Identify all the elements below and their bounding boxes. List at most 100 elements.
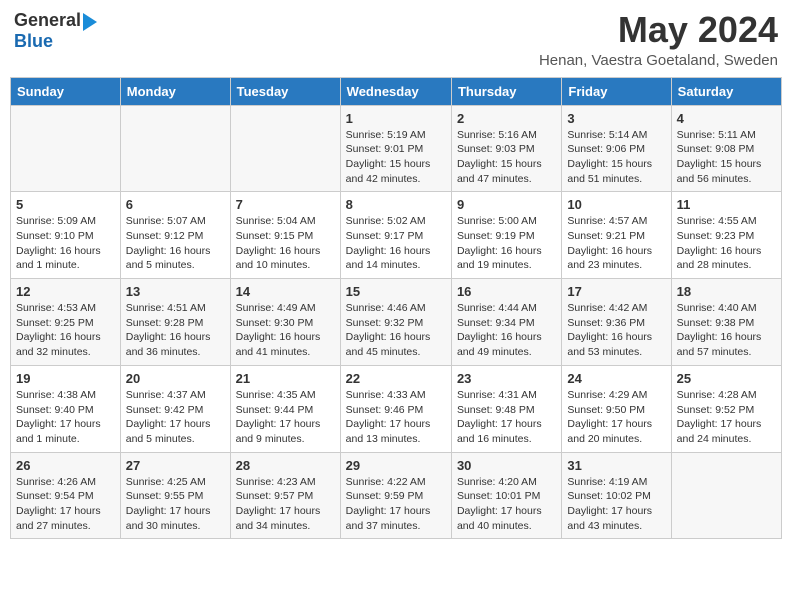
day-info: Sunrise: 4:31 AMSunset: 9:48 PMDaylight:… (457, 388, 556, 447)
calendar-cell: 25 Sunrise: 4:28 AMSunset: 9:52 PMDayligh… (671, 365, 781, 452)
logo: General Blue (14, 10, 97, 52)
day-info: Sunrise: 5:09 AMSunset: 9:10 PMDaylight:… (16, 214, 115, 273)
day-of-week-header: Sunday (11, 77, 121, 105)
calendar-cell: 11Sunrise: 4:55 AMSunset: 9:23 PMDayligh… (671, 192, 781, 279)
logo-general-text: General (14, 10, 81, 31)
day-number: 31 (567, 458, 665, 473)
calendar-cell: 23 Sunrise: 4:31 AMSunset: 9:48 PMDayligh… (451, 365, 561, 452)
day-number: 29 (346, 458, 446, 473)
calendar-cell: 17 Sunrise: 4:42 AMSunset: 9:36 PMDayligh… (562, 279, 671, 366)
calendar-cell: 24Sunrise: 4:29 AMSunset: 9:50 PMDayligh… (562, 365, 671, 452)
calendar-cell: 5 Sunrise: 5:09 AMSunset: 9:10 PMDaylight… (11, 192, 121, 279)
day-of-week-header: Friday (562, 77, 671, 105)
day-info: Sunrise: 5:19 AMSunset: 9:01 PMDaylight:… (346, 128, 446, 187)
calendar-cell: 20 Sunrise: 4:37 AMSunset: 9:42 PMDayligh… (120, 365, 230, 452)
calendar-cell: 3 Sunrise: 5:14 AMSunset: 9:06 PMDaylight… (562, 105, 671, 192)
day-number: 20 (126, 371, 225, 386)
day-number: 12 (16, 284, 115, 299)
day-number: 28 (236, 458, 335, 473)
day-info: Sunrise: 4:53 AMSunset: 9:25 PMDaylight:… (16, 301, 115, 360)
calendar-cell: 31 Sunrise: 4:19 AMSunset: 10:02 PMDaylig… (562, 452, 671, 539)
day-number: 9 (457, 197, 556, 212)
day-info: Sunrise: 5:04 AMSunset: 9:15 PMDaylight:… (236, 214, 335, 273)
calendar-week-row: 5 Sunrise: 5:09 AMSunset: 9:10 PMDaylight… (11, 192, 782, 279)
logo-arrow-icon (83, 13, 97, 31)
day-number: 27 (126, 458, 225, 473)
day-info: Sunrise: 4:20 AMSunset: 10:01 PMDaylight… (457, 475, 556, 534)
day-info: Sunrise: 4:19 AMSunset: 10:02 PMDaylight… (567, 475, 665, 534)
day-info: Sunrise: 5:02 AMSunset: 9:17 PMDaylight:… (346, 214, 446, 273)
day-number: 10 (567, 197, 665, 212)
day-of-week-header: Wednesday (340, 77, 451, 105)
day-number: 18 (677, 284, 776, 299)
calendar-week-row: 26 Sunrise: 4:26 AMSunset: 9:54 PMDayligh… (11, 452, 782, 539)
day-info: Sunrise: 4:51 AMSunset: 9:28 PMDaylight:… (126, 301, 225, 360)
calendar-cell: 15 Sunrise: 4:46 AMSunset: 9:32 PMDayligh… (340, 279, 451, 366)
day-number: 6 (126, 197, 225, 212)
day-info: Sunrise: 4:33 AMSunset: 9:46 PMDaylight:… (346, 388, 446, 447)
day-number: 26 (16, 458, 115, 473)
calendar-week-row: 19Sunrise: 4:38 AMSunset: 9:40 PMDayligh… (11, 365, 782, 452)
calendar-cell: 28 Sunrise: 4:23 AMSunset: 9:57 PMDayligh… (230, 452, 340, 539)
day-number: 3 (567, 111, 665, 126)
calendar-cell: 8 Sunrise: 5:02 AMSunset: 9:17 PMDaylight… (340, 192, 451, 279)
calendar-cell: 29Sunrise: 4:22 AMSunset: 9:59 PMDayligh… (340, 452, 451, 539)
day-info: Sunrise: 4:29 AMSunset: 9:50 PMDaylight:… (567, 388, 665, 447)
calendar-cell: 18Sunrise: 4:40 AMSunset: 9:38 PMDayligh… (671, 279, 781, 366)
day-number: 11 (677, 197, 776, 212)
day-info: Sunrise: 4:57 AMSunset: 9:21 PMDaylight:… (567, 214, 665, 273)
calendar-cell: 21Sunrise: 4:35 AMSunset: 9:44 PMDayligh… (230, 365, 340, 452)
calendar-cell: 19Sunrise: 4:38 AMSunset: 9:40 PMDayligh… (11, 365, 121, 452)
calendar-cell: 10 Sunrise: 4:57 AMSunset: 9:21 PMDayligh… (562, 192, 671, 279)
calendar-cell (671, 452, 781, 539)
day-info: Sunrise: 4:42 AMSunset: 9:36 PMDaylight:… (567, 301, 665, 360)
day-number: 25 (677, 371, 776, 386)
calendar-cell: 30 Sunrise: 4:20 AMSunset: 10:01 PMDaylig… (451, 452, 561, 539)
day-number: 2 (457, 111, 556, 126)
calendar-cell: 22 Sunrise: 4:33 AMSunset: 9:46 PMDayligh… (340, 365, 451, 452)
day-info: Sunrise: 4:26 AMSunset: 9:54 PMDaylight:… (16, 475, 115, 534)
calendar-title: May 2024 (539, 10, 778, 50)
calendar-header-row: SundayMondayTuesdayWednesdayThursdayFrid… (11, 77, 782, 105)
title-block: May 2024 Henan, Vaestra Goetaland, Swede… (539, 10, 778, 69)
day-info: Sunrise: 4:46 AMSunset: 9:32 PMDaylight:… (346, 301, 446, 360)
day-info: Sunrise: 4:25 AMSunset: 9:55 PMDaylight:… (126, 475, 225, 534)
day-number: 17 (567, 284, 665, 299)
day-info: Sunrise: 4:28 AMSunset: 9:52 PMDaylight:… (677, 388, 776, 447)
calendar-cell: 26 Sunrise: 4:26 AMSunset: 9:54 PMDayligh… (11, 452, 121, 539)
day-info: Sunrise: 5:14 AMSunset: 9:06 PMDaylight:… (567, 128, 665, 187)
day-number: 14 (236, 284, 335, 299)
calendar-cell: 12 Sunrise: 4:53 AMSunset: 9:25 PMDayligh… (11, 279, 121, 366)
calendar-cell: 27 Sunrise: 4:25 AMSunset: 9:55 PMDayligh… (120, 452, 230, 539)
day-number: 22 (346, 371, 446, 386)
calendar-cell: 13 Sunrise: 4:51 AMSunset: 9:28 PMDayligh… (120, 279, 230, 366)
day-info: Sunrise: 4:37 AMSunset: 9:42 PMDaylight:… (126, 388, 225, 447)
day-info: Sunrise: 4:49 AMSunset: 9:30 PMDaylight:… (236, 301, 335, 360)
day-info: Sunrise: 4:23 AMSunset: 9:57 PMDaylight:… (236, 475, 335, 534)
calendar-cell: 4 Sunrise: 5:11 AMSunset: 9:08 PMDaylight… (671, 105, 781, 192)
day-info: Sunrise: 5:16 AMSunset: 9:03 PMDaylight:… (457, 128, 556, 187)
day-number: 1 (346, 111, 446, 126)
calendar-cell: 14 Sunrise: 4:49 AMSunset: 9:30 PMDayligh… (230, 279, 340, 366)
day-number: 21 (236, 371, 335, 386)
day-of-week-header: Saturday (671, 77, 781, 105)
calendar-cell: 7Sunrise: 5:04 AMSunset: 9:15 PMDaylight… (230, 192, 340, 279)
day-number: 4 (677, 111, 776, 126)
day-number: 5 (16, 197, 115, 212)
day-info: Sunrise: 5:11 AMSunset: 9:08 PMDaylight:… (677, 128, 776, 187)
day-info: Sunrise: 5:00 AMSunset: 9:19 PMDaylight:… (457, 214, 556, 273)
day-number: 8 (346, 197, 446, 212)
calendar-cell: 1 Sunrise: 5:19 AMSunset: 9:01 PMDaylight… (340, 105, 451, 192)
day-number: 13 (126, 284, 225, 299)
day-number: 15 (346, 284, 446, 299)
day-number: 19 (16, 371, 115, 386)
calendar-cell: 2 Sunrise: 5:16 AMSunset: 9:03 PMDaylight… (451, 105, 561, 192)
calendar-cell (120, 105, 230, 192)
day-of-week-header: Monday (120, 77, 230, 105)
day-info: Sunrise: 5:07 AMSunset: 9:12 PMDaylight:… (126, 214, 225, 273)
calendar-cell (11, 105, 121, 192)
calendar-cell: 6 Sunrise: 5:07 AMSunset: 9:12 PMDaylight… (120, 192, 230, 279)
day-number: 23 (457, 371, 556, 386)
day-number: 30 (457, 458, 556, 473)
logo-blue-text: Blue (14, 31, 53, 52)
